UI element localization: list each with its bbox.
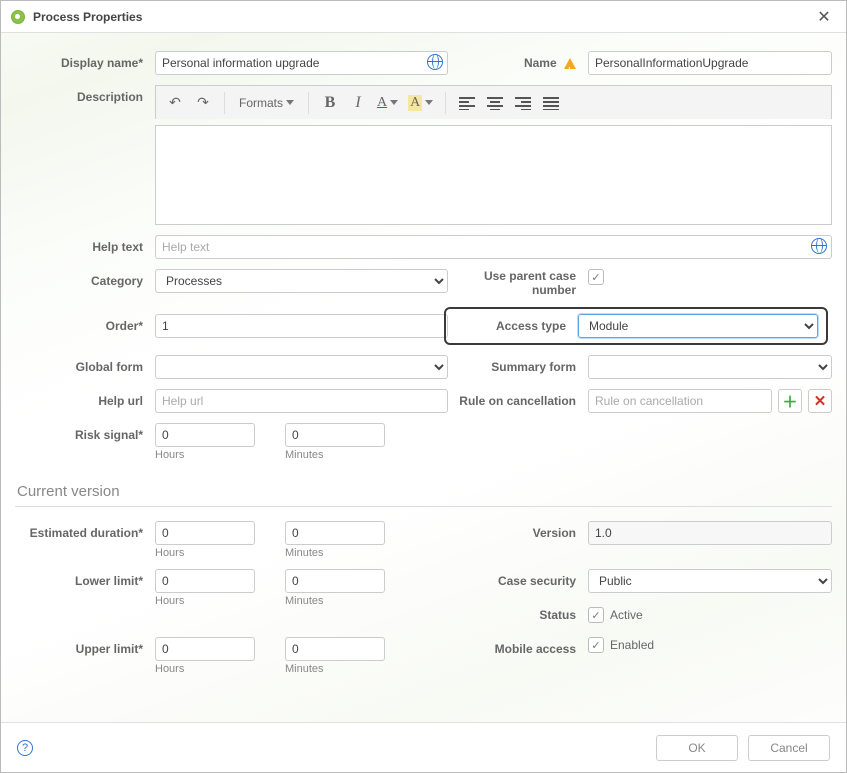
category-label: Category: [15, 269, 155, 293]
risk-hours-input[interactable]: [155, 423, 255, 447]
lower-limit-label: Lower limit*: [15, 569, 155, 593]
help-text-input[interactable]: [155, 235, 832, 259]
app-icon: [11, 10, 25, 24]
est-duration-label: Estimated duration*: [15, 521, 155, 545]
minutes-label: Minutes: [285, 663, 385, 675]
status-active-label: Active: [610, 608, 643, 622]
dialog-content: Display name* Name Desc: [1, 33, 846, 722]
add-rule-button[interactable]: ＋: [778, 389, 802, 413]
undo-button[interactable]: ↶: [162, 90, 188, 116]
upper-hours-input[interactable]: [155, 637, 255, 661]
globe-icon[interactable]: [427, 54, 443, 70]
globe-icon[interactable]: [811, 238, 827, 254]
titlebar: Process Properties ✕: [1, 1, 846, 33]
name-label: Name: [448, 51, 588, 75]
global-form-select[interactable]: [155, 355, 448, 379]
upper-minutes-input[interactable]: [285, 637, 385, 661]
risk-minutes-input[interactable]: [285, 423, 385, 447]
help-text-label: Help text: [15, 235, 155, 259]
case-security-label: Case security: [448, 569, 588, 593]
name-label-text: Name: [524, 56, 557, 70]
minutes-label: Minutes: [285, 449, 385, 461]
est-minutes-input[interactable]: [285, 521, 385, 545]
redo-button[interactable]: ↷: [190, 90, 216, 116]
order-label: Order*: [15, 314, 155, 338]
mobile-enabled-label: Enabled: [610, 638, 654, 652]
align-center-button[interactable]: [482, 90, 508, 116]
minutes-label: Minutes: [285, 595, 385, 607]
hours-label: Hours: [155, 547, 255, 559]
display-name-label: Display name*: [15, 51, 155, 75]
formats-dropdown[interactable]: Formats: [233, 90, 300, 116]
highlight-button[interactable]: A: [404, 90, 437, 116]
section-divider: [15, 506, 832, 507]
hours-label: Hours: [155, 449, 255, 461]
editor-toolbar: ↶ ↷ Formats B I A A: [155, 85, 832, 119]
est-hours-input[interactable]: [155, 521, 255, 545]
ok-button[interactable]: OK: [656, 735, 738, 761]
access-type-highlight: Access type Module: [444, 307, 828, 345]
access-type-select[interactable]: Module: [578, 314, 818, 338]
delete-rule-button[interactable]: ✕: [808, 389, 832, 413]
chevron-down-icon: [286, 100, 294, 105]
text-color-button[interactable]: A: [373, 90, 402, 116]
mobile-access-checkbox[interactable]: [588, 637, 604, 653]
window-title: Process Properties: [33, 10, 142, 24]
description-editor[interactable]: [155, 125, 832, 225]
global-form-label: Global form: [15, 355, 155, 379]
align-left-button[interactable]: [454, 90, 480, 116]
use-parent-label: Use parent case number: [448, 269, 588, 297]
help-icon[interactable]: ?: [17, 740, 33, 756]
help-url-input[interactable]: [155, 389, 448, 413]
hours-label: Hours: [155, 595, 255, 607]
status-label: Status: [448, 603, 588, 627]
align-right-button[interactable]: [510, 90, 536, 116]
rule-cancel-input[interactable]: [588, 389, 772, 413]
dialog-footer: ? OK Cancel: [1, 722, 846, 772]
formats-label: Formats: [239, 96, 283, 110]
status-checkbox[interactable]: [588, 607, 604, 623]
bold-button[interactable]: B: [317, 90, 343, 116]
version-input: [588, 521, 832, 545]
chevron-down-icon: [390, 100, 398, 105]
hours-label: Hours: [155, 663, 255, 675]
lower-minutes-input[interactable]: [285, 569, 385, 593]
use-parent-checkbox[interactable]: [588, 269, 604, 285]
description-label: Description: [15, 85, 155, 109]
process-properties-dialog: Process Properties ✕ Display name* Name: [0, 0, 847, 773]
warning-icon: [564, 58, 576, 69]
version-label: Version: [448, 521, 588, 545]
cancel-button[interactable]: Cancel: [748, 735, 830, 761]
italic-button[interactable]: I: [345, 90, 371, 116]
summary-form-label: Summary form: [448, 355, 588, 379]
case-security-select[interactable]: Public: [588, 569, 832, 593]
lower-hours-input[interactable]: [155, 569, 255, 593]
help-url-label: Help url: [15, 389, 155, 413]
upper-limit-label: Upper limit*: [15, 637, 155, 661]
current-version-title: Current version: [17, 483, 832, 500]
name-input[interactable]: [588, 51, 832, 75]
chevron-down-icon: [425, 100, 433, 105]
display-name-input[interactable]: [155, 51, 448, 75]
category-select[interactable]: Processes: [155, 269, 448, 293]
order-input[interactable]: [155, 314, 448, 338]
align-justify-button[interactable]: [538, 90, 564, 116]
risk-signal-label: Risk signal*: [15, 423, 155, 447]
minutes-label: Minutes: [285, 547, 385, 559]
rule-cancel-label: Rule on cancellation: [448, 389, 588, 413]
mobile-access-label: Mobile access: [448, 637, 588, 661]
summary-form-select[interactable]: [588, 355, 832, 379]
close-icon[interactable]: ✕: [812, 7, 836, 27]
access-type-label: Access type: [446, 314, 578, 338]
